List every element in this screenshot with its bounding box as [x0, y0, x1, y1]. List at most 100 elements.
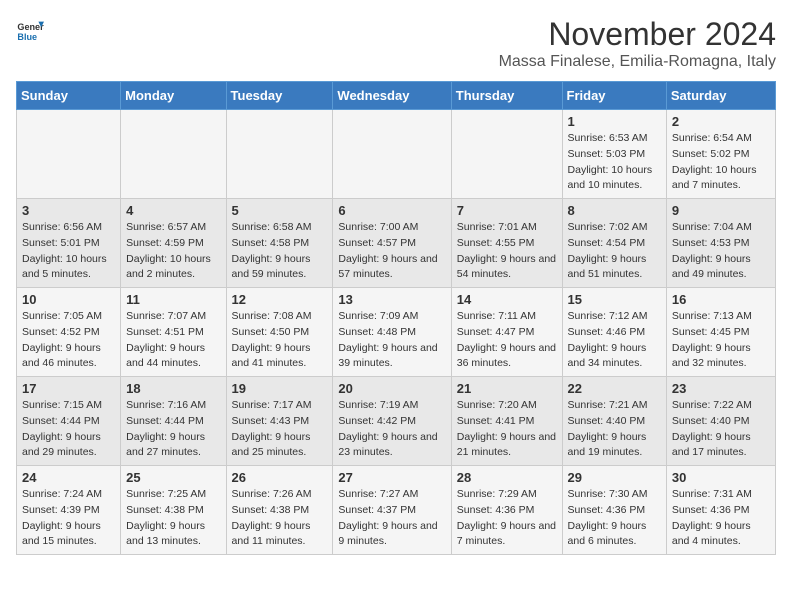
page-header: General Blue November 2024 Massa Finales…	[16, 16, 776, 71]
day-number: 22	[568, 381, 661, 396]
day-info: Sunrise: 7:15 AM Sunset: 4:44 PM Dayligh…	[22, 398, 115, 461]
day-number: 12	[232, 292, 328, 307]
day-info: Sunrise: 7:13 AM Sunset: 4:45 PM Dayligh…	[672, 309, 770, 372]
day-number: 16	[672, 292, 770, 307]
day-number: 4	[126, 203, 220, 218]
day-number: 24	[22, 470, 115, 485]
day-cell: 2Sunrise: 6:54 AM Sunset: 5:02 PM Daylig…	[666, 110, 775, 199]
day-info: Sunrise: 7:25 AM Sunset: 4:38 PM Dayligh…	[126, 487, 220, 550]
day-info: Sunrise: 7:27 AM Sunset: 4:37 PM Dayligh…	[338, 487, 445, 550]
day-cell	[451, 110, 562, 199]
day-cell: 26 Sunrise: 7:26 AM Sunset: 4:38 PM Dayli…	[226, 466, 333, 555]
day-info: Sunrise: 6:53 AM Sunset: 5:03 PM Dayligh…	[568, 131, 661, 194]
day-cell: 8 Sunrise: 7:02 AM Sunset: 4:54 PM Daylig…	[562, 199, 666, 288]
logo-icon: General Blue	[16, 16, 44, 44]
day-number: 14	[457, 292, 557, 307]
header-cell-wednesday: Wednesday	[333, 82, 451, 110]
day-number: 8	[568, 203, 661, 218]
day-number: 3	[22, 203, 115, 218]
day-number: 28	[457, 470, 557, 485]
day-info: Sunrise: 7:24 AM Sunset: 4:39 PM Dayligh…	[22, 487, 115, 550]
header-cell-sunday: Sunday	[17, 82, 121, 110]
day-info: Sunrise: 7:22 AM Sunset: 4:40 PM Dayligh…	[672, 398, 770, 461]
svg-text:Blue: Blue	[17, 32, 37, 42]
day-number: 20	[338, 381, 445, 396]
week-row-1: 1Sunrise: 6:53 AM Sunset: 5:03 PM Daylig…	[17, 110, 776, 199]
day-number: 23	[672, 381, 770, 396]
week-row-4: 17 Sunrise: 7:15 AM Sunset: 4:44 PM Dayli…	[17, 377, 776, 466]
day-cell: 29 Sunrise: 7:30 AM Sunset: 4:36 PM Dayli…	[562, 466, 666, 555]
day-cell	[121, 110, 226, 199]
header-cell-thursday: Thursday	[451, 82, 562, 110]
day-number: 26	[232, 470, 328, 485]
day-number: 25	[126, 470, 220, 485]
day-cell: 3 Sunrise: 6:56 AM Sunset: 5:01 PM Daylig…	[17, 199, 121, 288]
week-row-5: 24 Sunrise: 7:24 AM Sunset: 4:39 PM Dayli…	[17, 466, 776, 555]
title-section: November 2024 Massa Finalese, Emilia-Rom…	[499, 16, 776, 71]
day-info: Sunrise: 7:00 AM Sunset: 4:57 PM Dayligh…	[338, 220, 445, 283]
day-cell: 28 Sunrise: 7:29 AM Sunset: 4:36 PM Dayli…	[451, 466, 562, 555]
header-cell-monday: Monday	[121, 82, 226, 110]
day-info: Sunrise: 7:02 AM Sunset: 4:54 PM Dayligh…	[568, 220, 661, 283]
day-cell	[226, 110, 333, 199]
header-cell-saturday: Saturday	[666, 82, 775, 110]
day-cell: 10 Sunrise: 7:05 AM Sunset: 4:52 PM Dayli…	[17, 288, 121, 377]
day-cell: 9 Sunrise: 7:04 AM Sunset: 4:53 PM Daylig…	[666, 199, 775, 288]
calendar-subtitle: Massa Finalese, Emilia-Romagna, Italy	[499, 53, 776, 71]
day-number: 27	[338, 470, 445, 485]
day-info: Sunrise: 7:31 AM Sunset: 4:36 PM Dayligh…	[672, 487, 770, 550]
day-number: 19	[232, 381, 328, 396]
day-cell: 11 Sunrise: 7:07 AM Sunset: 4:51 PM Dayli…	[121, 288, 226, 377]
day-info: Sunrise: 7:30 AM Sunset: 4:36 PM Dayligh…	[568, 487, 661, 550]
day-number: 9	[672, 203, 770, 218]
header-row: SundayMondayTuesdayWednesdayThursdayFrid…	[17, 82, 776, 110]
day-cell: 13 Sunrise: 7:09 AM Sunset: 4:48 PM Dayli…	[333, 288, 451, 377]
week-row-2: 3 Sunrise: 6:56 AM Sunset: 5:01 PM Daylig…	[17, 199, 776, 288]
day-number: 7	[457, 203, 557, 218]
day-number: 21	[457, 381, 557, 396]
day-info: Sunrise: 7:04 AM Sunset: 4:53 PM Dayligh…	[672, 220, 770, 283]
day-cell: 7Sunrise: 7:01 AM Sunset: 4:55 PM Daylig…	[451, 199, 562, 288]
day-cell: 6 Sunrise: 7:00 AM Sunset: 4:57 PM Daylig…	[333, 199, 451, 288]
day-info: Sunrise: 6:58 AM Sunset: 4:58 PM Dayligh…	[232, 220, 328, 283]
day-info: Sunrise: 7:08 AM Sunset: 4:50 PM Dayligh…	[232, 309, 328, 372]
day-info: Sunrise: 7:26 AM Sunset: 4:38 PM Dayligh…	[232, 487, 328, 550]
day-cell	[17, 110, 121, 199]
day-number: 11	[126, 292, 220, 307]
day-number: 13	[338, 292, 445, 307]
day-number: 5	[232, 203, 328, 218]
day-cell: 4Sunrise: 6:57 AM Sunset: 4:59 PM Daylig…	[121, 199, 226, 288]
header-cell-tuesday: Tuesday	[226, 82, 333, 110]
logo: General Blue	[16, 16, 44, 44]
day-number: 18	[126, 381, 220, 396]
day-cell: 22 Sunrise: 7:21 AM Sunset: 4:40 PM Dayli…	[562, 377, 666, 466]
day-cell: 5 Sunrise: 6:58 AM Sunset: 4:58 PM Daylig…	[226, 199, 333, 288]
day-cell: 20 Sunrise: 7:19 AM Sunset: 4:42 PM Dayli…	[333, 377, 451, 466]
day-cell: 25 Sunrise: 7:25 AM Sunset: 4:38 PM Dayli…	[121, 466, 226, 555]
day-info: Sunrise: 7:19 AM Sunset: 4:42 PM Dayligh…	[338, 398, 445, 461]
day-number: 10	[22, 292, 115, 307]
day-cell: 24 Sunrise: 7:24 AM Sunset: 4:39 PM Dayli…	[17, 466, 121, 555]
day-cell: 19Sunrise: 7:17 AM Sunset: 4:43 PM Dayli…	[226, 377, 333, 466]
day-info: Sunrise: 7:07 AM Sunset: 4:51 PM Dayligh…	[126, 309, 220, 372]
day-cell: 23 Sunrise: 7:22 AM Sunset: 4:40 PM Dayli…	[666, 377, 775, 466]
day-number: 6	[338, 203, 445, 218]
day-info: Sunrise: 7:21 AM Sunset: 4:40 PM Dayligh…	[568, 398, 661, 461]
day-info: Sunrise: 7:09 AM Sunset: 4:48 PM Dayligh…	[338, 309, 445, 372]
day-number: 2	[672, 114, 770, 129]
day-cell: 1Sunrise: 6:53 AM Sunset: 5:03 PM Daylig…	[562, 110, 666, 199]
calendar-title: November 2024	[499, 16, 776, 53]
day-info: Sunrise: 7:16 AM Sunset: 4:44 PM Dayligh…	[126, 398, 220, 461]
day-number: 30	[672, 470, 770, 485]
day-cell: 12 Sunrise: 7:08 AM Sunset: 4:50 PM Dayli…	[226, 288, 333, 377]
day-cell: 17 Sunrise: 7:15 AM Sunset: 4:44 PM Dayli…	[17, 377, 121, 466]
day-info: Sunrise: 6:56 AM Sunset: 5:01 PM Dayligh…	[22, 220, 115, 283]
day-number: 29	[568, 470, 661, 485]
header-cell-friday: Friday	[562, 82, 666, 110]
day-number: 15	[568, 292, 661, 307]
day-cell: 14Sunrise: 7:11 AM Sunset: 4:47 PM Dayli…	[451, 288, 562, 377]
day-info: Sunrise: 7:29 AM Sunset: 4:36 PM Dayligh…	[457, 487, 557, 550]
day-cell	[333, 110, 451, 199]
day-info: Sunrise: 7:05 AM Sunset: 4:52 PM Dayligh…	[22, 309, 115, 372]
day-number: 17	[22, 381, 115, 396]
